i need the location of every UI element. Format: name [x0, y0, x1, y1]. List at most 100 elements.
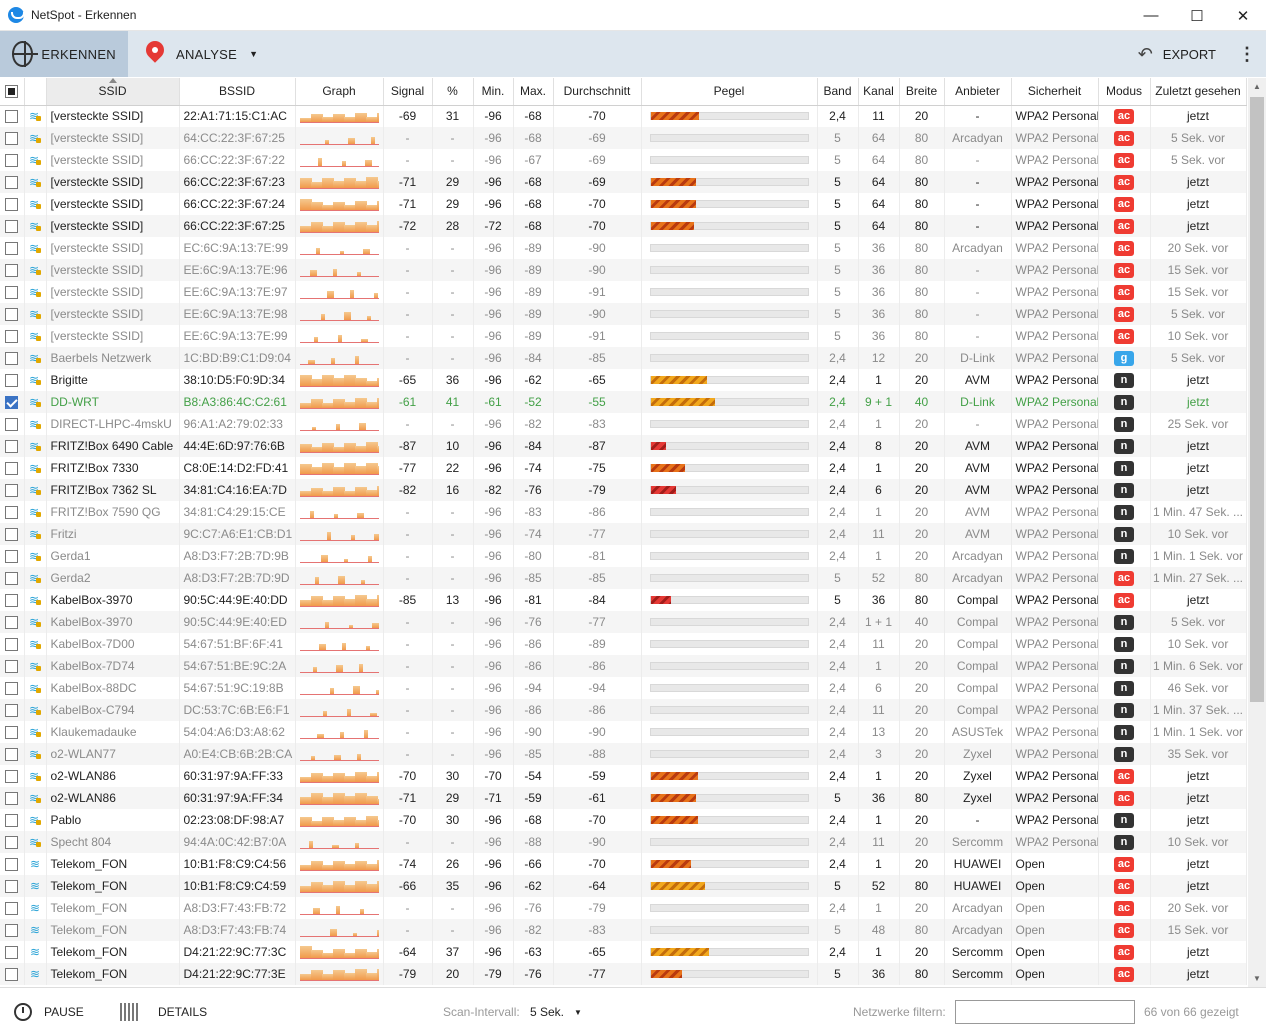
- row-checkbox-cell[interactable]: [0, 941, 25, 963]
- table-row[interactable]: ≋ KabelBox-C794 DC:53:7C:6B:E6:F1- - -96 -86-…: [0, 699, 1247, 721]
- table-row[interactable]: ≋ [versteckte SSID] 64:CC:22:3F:67:25- - -96…: [0, 127, 1247, 149]
- table-row[interactable]: ≋ FRITZ!Box 7590 QG 34:81:C4:29:15:CE - - -96…: [0, 501, 1247, 523]
- row-checkbox[interactable]: [5, 792, 19, 806]
- column-header-ssid[interactable]: SSID: [46, 78, 180, 106]
- row-checkbox[interactable]: [5, 110, 19, 124]
- row-checkbox-cell[interactable]: [0, 325, 25, 347]
- column-header-vendor[interactable]: Anbieter: [944, 78, 1012, 106]
- table-row[interactable]: ≋ [versteckte SSID] 66:CC:22:3F:67:22- - -96…: [0, 149, 1247, 171]
- table-row[interactable]: ≋ KabelBox-7D00 54:67:51:BF:6F:41- - -96 -86-…: [0, 633, 1247, 655]
- table-row[interactable]: ≋ [versteckte SSID] EE:6C:9A:13:7E:97- - -96…: [0, 281, 1247, 303]
- table-row[interactable]: ≋ [versteckte SSID] 66:CC:22:3F:67:24 -71 29…: [0, 193, 1247, 215]
- row-checkbox-cell[interactable]: [0, 875, 25, 897]
- column-header-security[interactable]: Sicherheit: [1011, 78, 1099, 106]
- erkennen-tab[interactable]: ERKENNEN: [0, 31, 128, 77]
- analyse-tab[interactable]: ANALYSE ▼: [128, 31, 270, 77]
- column-header-channel[interactable]: Kanal: [858, 78, 900, 106]
- row-checkbox-cell[interactable]: [0, 281, 25, 303]
- table-row[interactable]: ≋ FRITZ!Box 7362 SL 34:81:C4:16:EA:7D -82 16…: [0, 479, 1247, 501]
- row-checkbox-cell[interactable]: [0, 149, 25, 171]
- pause-button[interactable]: PAUSE: [14, 988, 84, 1035]
- column-header-mode[interactable]: Modus: [1098, 78, 1151, 106]
- column-header-signal[interactable]: Signal: [383, 78, 433, 106]
- export-button[interactable]: ↶ EXPORT: [1138, 31, 1216, 77]
- table-row[interactable]: ≋ Klaukemadauke 54:04:A6:D3:A8:62- - -96 -90-…: [0, 721, 1247, 743]
- table-row[interactable]: ≋ KabelBox-3970 90:5C:44:9E:40:ED - - -96 -76-…: [0, 611, 1247, 633]
- row-checkbox[interactable]: [5, 264, 19, 278]
- table-row[interactable]: ≋ Brigitte 38:10:D5:F0:9D:34 -65 36 -96 -62 -65…: [0, 369, 1247, 391]
- row-checkbox-cell[interactable]: [0, 237, 25, 259]
- row-checkbox-cell[interactable]: [0, 479, 25, 501]
- column-header-graph[interactable]: Graph: [295, 78, 384, 106]
- row-checkbox-cell[interactable]: [0, 435, 25, 457]
- row-checkbox-cell[interactable]: [0, 633, 25, 655]
- row-checkbox[interactable]: [5, 880, 19, 894]
- row-checkbox[interactable]: [5, 594, 19, 608]
- column-header-average[interactable]: Durchschnitt: [553, 78, 642, 106]
- row-checkbox[interactable]: [5, 616, 19, 630]
- table-row[interactable]: ≋ FRITZ!Box 6490 Cable 44:4E:6D:97:76:6B -8…: [0, 435, 1247, 457]
- row-checkbox[interactable]: [5, 506, 19, 520]
- table-row[interactable]: ≋ o2-WLAN77 A0:E4:CB:6B:2B:CA - - -96 -85 -88 2,…: [0, 743, 1247, 765]
- row-checkbox[interactable]: [5, 242, 19, 256]
- row-checkbox[interactable]: [5, 220, 19, 234]
- row-checkbox-cell[interactable]: [0, 567, 25, 589]
- row-checkbox[interactable]: [5, 682, 19, 696]
- table-row[interactable]: ≋ Telekom_FON D4:21:22:9C:77:3C -64 37 -96 -63…: [0, 941, 1247, 963]
- row-checkbox-cell[interactable]: [0, 809, 25, 831]
- row-checkbox[interactable]: [5, 132, 19, 146]
- row-checkbox-cell[interactable]: [0, 589, 25, 611]
- row-checkbox-cell[interactable]: [0, 699, 25, 721]
- row-checkbox-cell[interactable]: [0, 677, 25, 699]
- row-checkbox[interactable]: [5, 550, 19, 564]
- table-row[interactable]: ≋ KabelBox-88DC 54:67:51:9C:19:8B - - -96 -94-…: [0, 677, 1247, 699]
- column-header-width[interactable]: Breite: [899, 78, 945, 106]
- row-checkbox[interactable]: [5, 924, 19, 938]
- column-header-band[interactable]: Band: [817, 78, 859, 106]
- row-checkbox-cell[interactable]: [0, 831, 25, 853]
- row-checkbox-cell[interactable]: [0, 457, 25, 479]
- maximize-button[interactable]: ☐: [1174, 0, 1220, 31]
- more-menu-icon[interactable]: ⋮: [1238, 31, 1256, 77]
- row-checkbox-cell[interactable]: [0, 787, 25, 809]
- row-checkbox[interactable]: [5, 308, 19, 322]
- column-header-last-seen[interactable]: Zuletzt gesehen: [1150, 78, 1247, 106]
- row-checkbox-cell[interactable]: [0, 347, 25, 369]
- row-checkbox[interactable]: [5, 462, 19, 476]
- select-all-checkbox[interactable]: [5, 85, 19, 99]
- table-row[interactable]: ≋ [versteckte SSID] EC:6C:9A:13:7E:99- - -96…: [0, 237, 1247, 259]
- column-header-min[interactable]: Min.: [473, 78, 514, 106]
- table-row[interactable]: ≋ KabelBox-3970 90:5C:44:9E:40:DD -85 13 -96-…: [0, 589, 1247, 611]
- row-checkbox-cell[interactable]: [0, 215, 25, 237]
- row-checkbox[interactable]: [5, 572, 19, 586]
- table-row[interactable]: ≋ Telekom_FON 10:B1:F8:C9:C4:59 -66 35 -96 -62…: [0, 875, 1247, 897]
- table-row[interactable]: ≋ Telekom_FON A8:D3:F7:43:FB:72- - -96 -76 -79…: [0, 897, 1247, 919]
- table-row[interactable]: ≋ FRITZ!Box 7330 C8:0E:14:D2:FD:41 -77 22 -96…: [0, 457, 1247, 479]
- table-row[interactable]: ≋ [versteckte SSID] EE:6C:9A:13:7E:99- - -96…: [0, 325, 1247, 347]
- row-checkbox[interactable]: [5, 748, 19, 762]
- row-checkbox[interactable]: [5, 330, 19, 344]
- table-row[interactable]: ≋ KabelBox-7D74 54:67:51:BE:9C:2A - - -96 -86-…: [0, 655, 1247, 677]
- table-row[interactable]: ≋ Telekom_FON A8:D3:F7:43:FB:74- - -96 -82 -83…: [0, 919, 1247, 941]
- table-row[interactable]: ≋ o2-WLAN86 60:31:97:9A:FF:34 -71 29 -71 -59 -6…: [0, 787, 1247, 809]
- row-checkbox[interactable]: [5, 836, 19, 850]
- table-row[interactable]: ≋ Telekom_FON D4:21:22:9C:77:3E -79 20 -79 -76…: [0, 963, 1247, 985]
- row-checkbox[interactable]: [5, 198, 19, 212]
- column-header-pegel[interactable]: Pegel: [641, 78, 818, 106]
- table-row[interactable]: ≋ Pablo 02:23:08:DF:98:A7 -70 30 -96 -68 -70 2,4…: [0, 809, 1247, 831]
- scan-interval-select[interactable]: 5 Sek. ▼: [530, 988, 582, 1035]
- scroll-down-icon[interactable]: ▼: [1248, 970, 1266, 987]
- table-row[interactable]: ≋ [versteckte SSID] 66:CC:22:3F:67:23 -71 29…: [0, 171, 1247, 193]
- close-button[interactable]: ✕: [1220, 0, 1266, 31]
- row-checkbox[interactable]: [5, 660, 19, 674]
- scroll-up-icon[interactable]: ▲: [1248, 78, 1266, 95]
- column-header-max[interactable]: Max.: [513, 78, 554, 106]
- row-checkbox[interactable]: [5, 858, 19, 872]
- row-checkbox[interactable]: [5, 528, 19, 542]
- table-row[interactable]: ≋ DIRECT-LHPC-4mskU 96:A1:A2:79:02:33- - -96…: [0, 413, 1247, 435]
- table-row[interactable]: ≋ DD-WRT B8:A3:86:4C:C2:61 -61 41 -61 -52 -55 2,…: [0, 391, 1247, 413]
- row-checkbox[interactable]: [5, 726, 19, 740]
- minimize-button[interactable]: —: [1128, 0, 1174, 31]
- row-checkbox[interactable]: [5, 946, 19, 960]
- filter-input[interactable]: [955, 1000, 1135, 1024]
